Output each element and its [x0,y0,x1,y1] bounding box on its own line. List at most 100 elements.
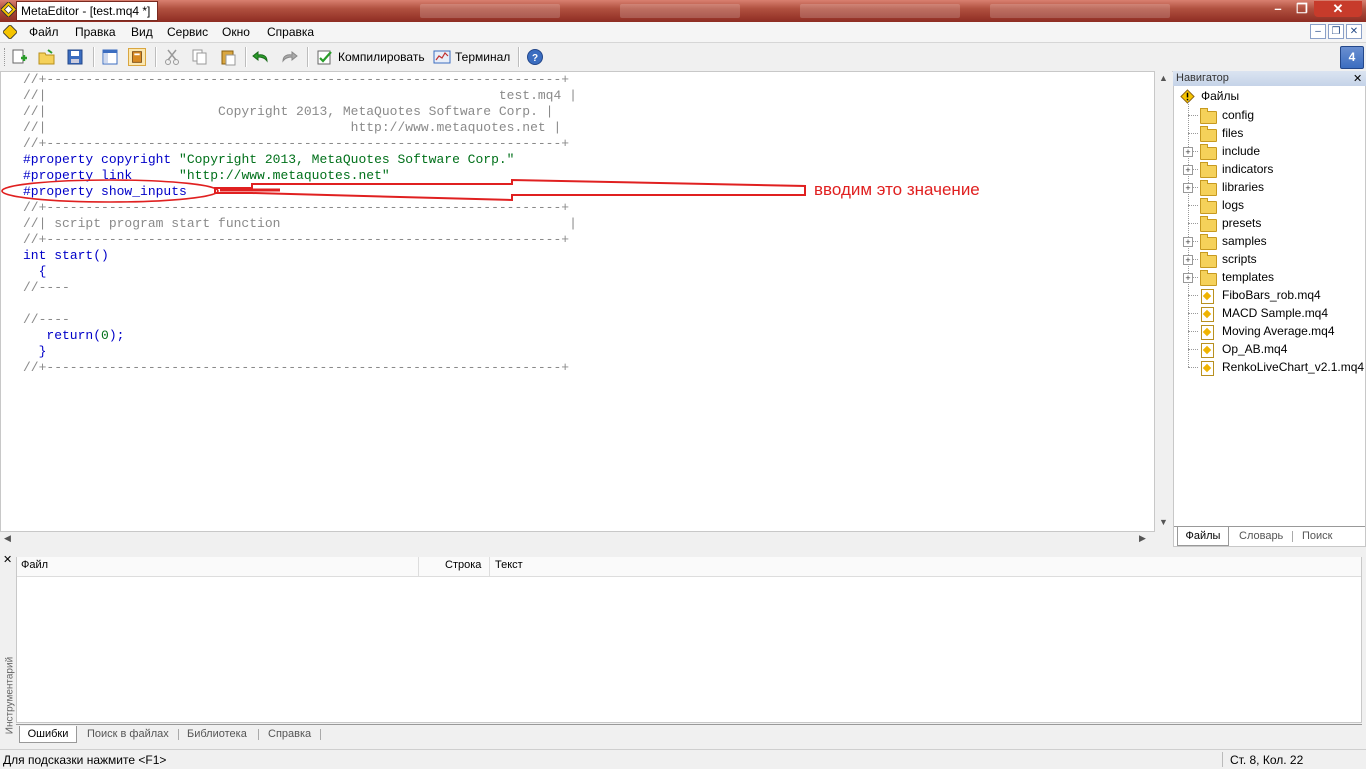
code-line[interactable]: return(0); [23,328,124,344]
column-header-text[interactable]: Текст [495,559,523,571]
navigator-folder[interactable]: libraries [1222,180,1264,194]
menu-edit[interactable]: Правка [75,25,116,39]
navigator-file[interactable]: Op_AB.mq4 [1222,342,1287,356]
scroll-left-icon[interactable]: ◀ [4,533,11,544]
close-window-button[interactable]: ✕ [1314,1,1362,17]
column-divider[interactable] [418,557,419,576]
code-line[interactable]: //+-------------------------------------… [23,72,569,88]
mdi-restore-button[interactable]: ❐ [1328,24,1344,39]
column-header-file[interactable]: Файл [21,559,48,571]
tab-separator [320,729,321,740]
navigator-folder[interactable]: config [1222,108,1254,122]
code-line[interactable]: //+-------------------------------------… [23,360,569,376]
navigator-toggle-icon[interactable] [101,48,119,66]
terminal-icon[interactable] [433,48,451,66]
code-line[interactable]: //---- [23,312,70,328]
menu-view[interactable]: Вид [131,25,153,39]
nav-tab-search[interactable]: Поиск [1302,527,1332,545]
editor-horizontal-scrollbar[interactable]: ◀ ▶ [0,532,1172,546]
folder-icon [1200,216,1217,232]
nav-tab-dictionary[interactable]: Словарь [1239,527,1283,545]
status-divider [1222,752,1223,767]
document-icon[interactable] [3,25,17,39]
navigator-file[interactable]: FiboBars_rob.mq4 [1222,288,1321,302]
code-line[interactable]: #property copyright "Copyright 2013, Met… [23,152,515,168]
code-line[interactable]: //| test.mq4 | [23,88,577,104]
menu-file[interactable]: Файл [29,25,59,39]
code-line[interactable]: //| http://www.metaquotes.net | [23,120,561,136]
redo-icon[interactable] [280,48,298,66]
navigator-folder[interactable]: scripts [1222,252,1257,266]
navigator-folder[interactable]: presets [1222,216,1261,230]
mq4-file-icon [1201,289,1214,304]
compile-button[interactable]: Компилировать [338,50,425,64]
code-line[interactable]: } [23,344,47,360]
help-icon[interactable]: ? [526,48,544,66]
menu-service[interactable]: Сервис [167,25,208,39]
cut-icon[interactable] [163,48,181,66]
expand-icon[interactable]: + [1183,183,1193,193]
list-header [17,557,1361,577]
toolbox-tab-library[interactable]: Библиотека [187,726,247,742]
new-file-icon[interactable] [10,48,28,66]
scroll-up-icon[interactable]: ▲ [1159,73,1168,83]
code-line[interactable]: //+-------------------------------------… [23,136,569,152]
toolbox-close-button[interactable]: ✕ [3,553,12,566]
code-line[interactable]: int start() [23,248,109,264]
nav-tab-files[interactable]: Файлы [1177,527,1229,546]
terminal-button[interactable]: Терминал [455,50,510,64]
navigator-file[interactable]: RenkoLiveChart_v2.1.mq4 [1222,360,1364,374]
navigator-folder[interactable]: indicators [1222,162,1273,176]
code-token: { [23,264,47,279]
column-header-line[interactable]: Строка [445,559,481,571]
menu-window[interactable]: Окно [222,25,250,39]
expand-icon[interactable]: + [1183,273,1193,283]
navigator-file[interactable]: Moving Average.mq4 [1222,324,1335,338]
title-bar: MetaEditor - [test.mq4 *] – ❐ ✕ [0,0,1366,22]
navigator-folder[interactable]: templates [1222,270,1274,284]
errors-list[interactable] [16,557,1362,723]
scroll-down-icon[interactable]: ▼ [1159,517,1168,527]
navigator-folder[interactable]: include [1222,144,1260,158]
navigator-root-files[interactable]: Файлы [1201,89,1239,103]
navigator-folder[interactable]: samples [1222,234,1267,248]
toolbox-tab-search-files[interactable]: Поиск в файлах [87,726,169,742]
navigator-file[interactable]: MACD Sample.mq4 [1222,306,1328,320]
code-line[interactable]: //---- [23,280,70,296]
code-token: //---- [23,280,70,295]
paste-icon[interactable] [219,48,237,66]
expand-icon[interactable]: + [1183,147,1193,157]
scroll-right-icon[interactable]: ▶ [1139,533,1146,544]
copy-icon[interactable] [191,48,209,66]
undo-icon[interactable] [252,48,270,66]
menu-help[interactable]: Справка [267,25,314,39]
toolbox-tab-help[interactable]: Справка [268,726,311,742]
code-token: start() [54,248,109,263]
toolbox-toggle-icon[interactable] [128,48,146,66]
save-icon[interactable] [66,48,84,66]
column-divider[interactable] [489,557,490,576]
minimize-button[interactable]: – [1266,1,1290,17]
expand-icon[interactable]: + [1183,237,1193,247]
navigator-folder[interactable]: files [1222,126,1243,140]
notifications-icon[interactable]: 4 [1340,46,1364,69]
tree-line [1188,295,1198,296]
code-line[interactable]: //| script program start function | [23,216,577,232]
navigator-folder[interactable]: logs [1222,198,1244,212]
expand-icon[interactable]: + [1183,255,1193,265]
code-token: //+-------------------------------------… [23,72,570,87]
navigator-close-button[interactable]: ✕ [1353,72,1362,85]
compile-icon[interactable] [316,48,334,66]
maximize-button[interactable]: ❐ [1290,1,1314,17]
code-line[interactable]: { [23,264,47,280]
mdi-close-button[interactable]: ✕ [1346,24,1362,39]
open-folder-icon[interactable] [38,48,56,66]
toolbox-tab-errors[interactable]: Ошибки [19,726,77,743]
code-line[interactable]: //| Copyright 2013, MetaQuotes Software … [23,104,554,120]
mdi-minimize-button[interactable]: – [1310,24,1326,39]
editor-vertical-scrollbar[interactable]: ▲ ▼ [1155,71,1172,532]
code-line[interactable]: //+-------------------------------------… [23,232,569,248]
code-token: ); [108,328,125,343]
expand-icon[interactable]: + [1183,165,1193,175]
tree-line [1188,133,1198,134]
